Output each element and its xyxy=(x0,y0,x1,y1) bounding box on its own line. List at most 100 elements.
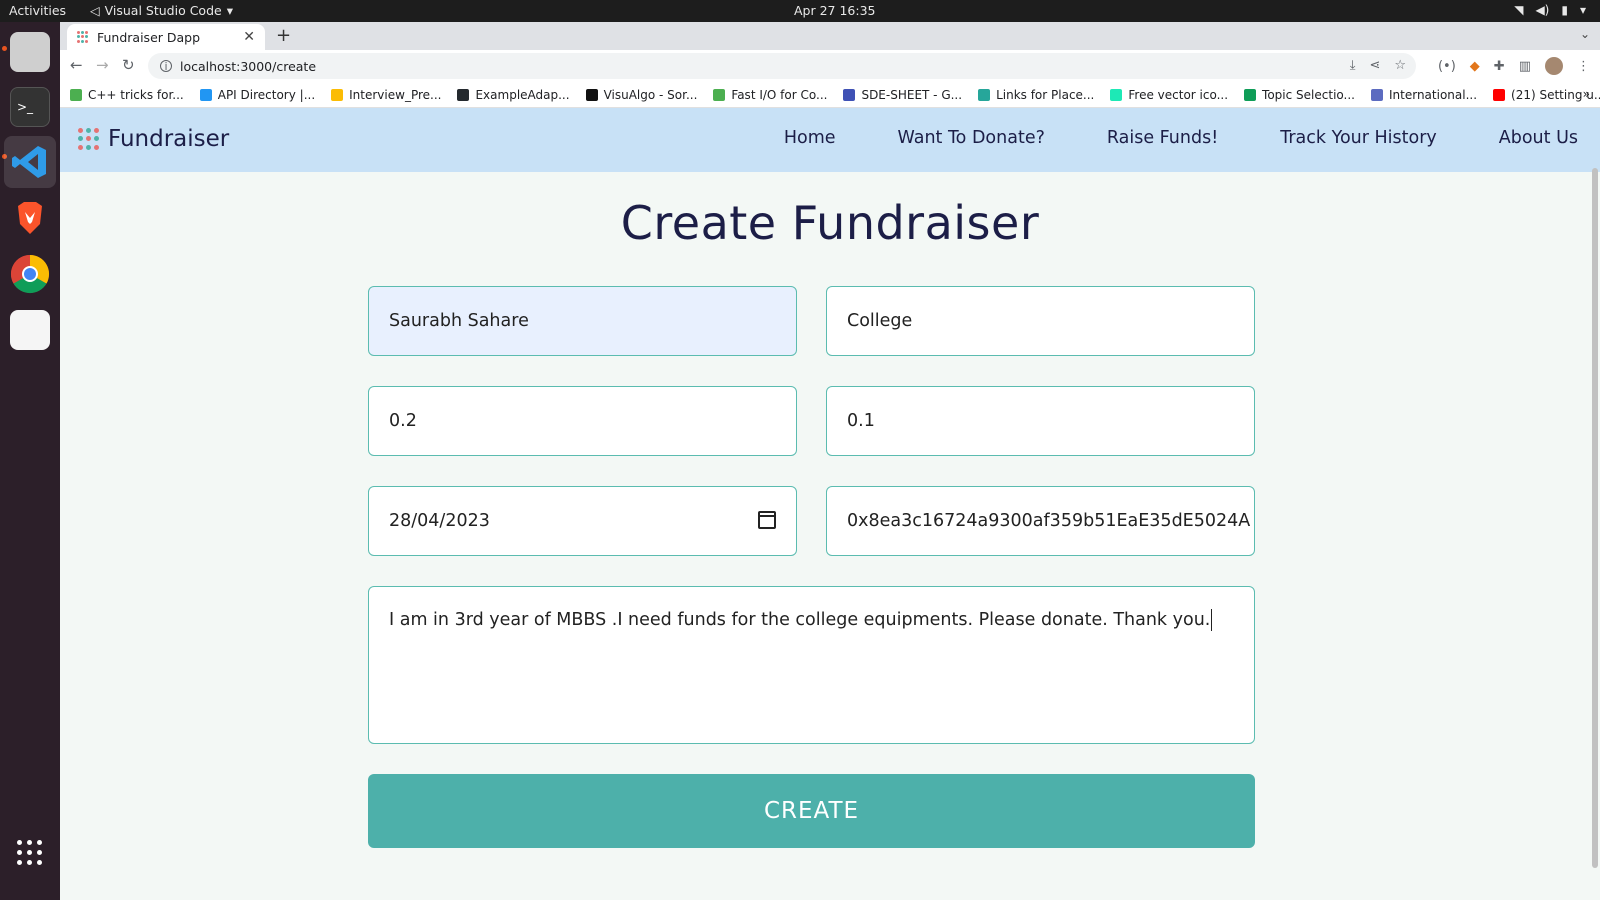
more-bookmarks-icon[interactable]: » xyxy=(1583,87,1590,101)
wallet-address-field[interactable]: 0x8ea3c16724a9300af359b51EaE35dE5024A xyxy=(826,486,1255,556)
app-menu[interactable]: ◁ Visual Studio Code ▾ xyxy=(90,3,233,18)
bookmark-label: Fast I/O for Co... xyxy=(731,87,828,102)
nav-want-to-donate[interactable]: Want To Donate? xyxy=(898,128,1045,148)
bookmark-item[interactable]: C++ tricks for... xyxy=(70,88,184,102)
side-panel-icon[interactable]: ▥ xyxy=(1519,59,1531,74)
puzzle-icon[interactable]: ✚ xyxy=(1494,59,1505,74)
activities-button[interactable]: Activities xyxy=(9,3,66,18)
avatar[interactable] xyxy=(1545,57,1563,75)
min-contribution-value: 0.1 xyxy=(847,411,875,431)
bookmark-label: Topic Selectio... xyxy=(1262,87,1355,102)
wifi-icon: ◥ xyxy=(1514,3,1524,17)
site-navbar: Fundraiser Home Want To Donate? Raise Fu… xyxy=(60,108,1600,172)
bookmark-favicon-icon xyxy=(331,88,344,101)
name-value: Saurabh Sahare xyxy=(389,311,529,331)
target-amount-field[interactable]: 0.2 xyxy=(368,386,797,456)
bookmark-label: C++ tricks for... xyxy=(88,87,184,102)
bookmark-favicon-icon xyxy=(1493,88,1506,101)
calendar-icon[interactable] xyxy=(758,511,776,529)
favicon-icon xyxy=(77,31,89,43)
bookmark-favicon-icon xyxy=(1244,88,1257,101)
browser-tab[interactable]: Fundraiser Dapp ✕ xyxy=(67,24,265,50)
bookmark-favicon-icon xyxy=(457,88,470,101)
chevron-down-icon: ▾ xyxy=(1579,3,1586,17)
bookmark-label: ExampleAdap... xyxy=(475,87,570,102)
bookmark-favicon-icon xyxy=(978,88,991,101)
brand-name: Fundraiser xyxy=(108,126,230,152)
bookmark-item[interactable]: Interview_Pre... xyxy=(331,88,441,102)
bookmark-favicon-icon xyxy=(70,88,82,101)
files-icon[interactable] xyxy=(10,32,50,72)
description-textarea[interactable]: I am in 3rd year of MBBS .I need funds f… xyxy=(368,586,1255,744)
bookmark-label: Free vector ico... xyxy=(1128,87,1229,102)
bookmark-item[interactable]: Links for Place... xyxy=(978,88,1094,102)
bookmark-item[interactable]: ExampleAdap... xyxy=(457,87,570,102)
min-contribution-field[interactable]: 0.1 xyxy=(826,386,1255,456)
category-field[interactable]: College xyxy=(826,286,1255,356)
install-icon[interactable]: ⤓ xyxy=(1350,58,1356,73)
tab-search-icon[interactable]: ⌄ xyxy=(1580,27,1590,41)
battery-icon: ▮ xyxy=(1561,3,1568,17)
address-bar[interactable]: i localhost:3000/create ⤓ ⋖ ☆ xyxy=(148,53,1416,79)
running-indicator xyxy=(2,46,7,51)
page-scrollbar[interactable] xyxy=(1592,108,1598,900)
page-title: Create Fundraiser xyxy=(620,196,1040,250)
show-apps-icon[interactable] xyxy=(17,840,42,865)
category-value: College xyxy=(847,311,913,331)
metamask-icon[interactable]: ◆ xyxy=(1470,59,1480,74)
chevron-down-icon: ▾ xyxy=(226,3,233,18)
kebab-menu-icon[interactable]: ⋮ xyxy=(1577,59,1590,74)
create-button[interactable]: CREATE xyxy=(368,774,1255,848)
extension-icon[interactable]: (•) xyxy=(1438,59,1456,74)
new-tab-button[interactable]: + xyxy=(276,25,291,46)
bookmark-item[interactable]: International... xyxy=(1370,87,1478,102)
bookmark-item[interactable]: Fast I/O for Co... xyxy=(713,88,827,102)
deadline-value: 28/04/2023 xyxy=(389,511,490,531)
tab-strip: Fundraiser Dapp ✕ + ⌄ xyxy=(60,22,1600,50)
vscode-small-icon: ◁ xyxy=(90,3,100,18)
bookmark-label: International... xyxy=(1388,87,1478,102)
volume-icon: ◀) xyxy=(1535,3,1550,17)
reload-icon[interactable]: ↻ xyxy=(122,56,135,74)
target-amount-value: 0.2 xyxy=(389,411,417,431)
bookmark-favicon-icon xyxy=(713,88,726,101)
info-icon[interactable]: i xyxy=(160,60,172,73)
clock[interactable]: Apr 27 16:35 xyxy=(794,3,876,18)
text-caret xyxy=(1211,609,1213,631)
document-viewer-icon[interactable] xyxy=(10,310,50,350)
bookmark-favicon-icon xyxy=(1370,88,1383,101)
brand-logo[interactable]: Fundraiser xyxy=(78,126,229,152)
brave-icon[interactable] xyxy=(10,198,50,238)
bookmark-label: Links for Place... xyxy=(996,87,1095,102)
bookmark-favicon-icon xyxy=(843,88,856,101)
back-icon[interactable]: ← xyxy=(70,56,83,74)
chrome-icon[interactable] xyxy=(10,254,50,294)
share-icon[interactable]: ⋖ xyxy=(1369,58,1380,73)
bookmark-favicon-icon xyxy=(199,88,212,101)
forward-icon[interactable]: → xyxy=(96,56,109,74)
bookmark-label: API Directory |... xyxy=(217,87,316,102)
close-icon[interactable]: ✕ xyxy=(243,29,255,45)
bookmark-item[interactable]: SDE-SHEET - G... xyxy=(843,88,962,102)
name-field[interactable]: Saurabh Sahare xyxy=(368,286,797,356)
terminal-icon[interactable]: >_ xyxy=(10,87,50,127)
bookmark-item[interactable]: VisuAlgo - Sor... xyxy=(585,88,697,102)
star-icon[interactable]: ☆ xyxy=(1394,58,1406,73)
nav-track-history[interactable]: Track Your History xyxy=(1280,128,1437,148)
browser-toolbar: ← → ↻ i localhost:3000/create ⤓ ⋖ ☆ (•) … xyxy=(60,50,1600,82)
bookmarks-bar: C++ tricks for... API Directory |... Inter… xyxy=(60,82,1600,108)
deadline-date-field[interactable]: 28/04/2023 xyxy=(368,486,797,556)
nav-raise-funds[interactable]: Raise Funds! xyxy=(1107,128,1218,148)
url-text: localhost:3000/create xyxy=(180,58,317,74)
nav-about-us[interactable]: About Us xyxy=(1499,128,1578,148)
system-tray[interactable]: ◥ ◀) ▮ ▾ xyxy=(1514,3,1586,17)
bookmark-item[interactable]: Free vector ico... xyxy=(1110,88,1228,102)
bookmark-item[interactable]: Topic Selectio... xyxy=(1244,88,1355,102)
system-top-bar: Activities ◁ Visual Studio Code ▾ Apr 27… xyxy=(0,0,1600,22)
bookmark-item[interactable]: API Directory |... xyxy=(199,87,316,102)
bookmark-label: Interview_Pre... xyxy=(349,87,442,102)
vscode-icon[interactable] xyxy=(4,136,56,188)
bookmark-favicon-icon xyxy=(585,88,598,101)
nav-home[interactable]: Home xyxy=(784,128,836,148)
grid-logo-icon xyxy=(78,128,100,150)
